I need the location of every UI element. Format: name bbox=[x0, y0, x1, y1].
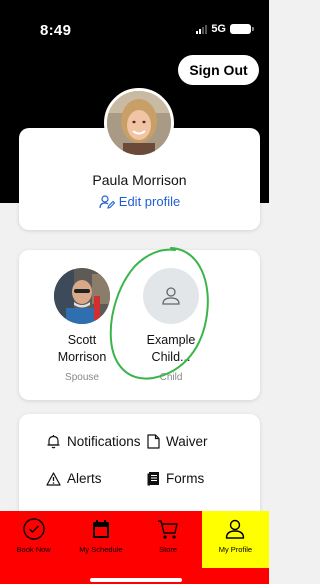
cart-icon bbox=[158, 520, 178, 539]
member-avatar bbox=[143, 268, 199, 324]
status-time: 8:49 bbox=[40, 22, 72, 39]
member-role: Child bbox=[159, 372, 183, 383]
battery-icon bbox=[230, 24, 254, 34]
edit-user-icon bbox=[99, 194, 115, 209]
alerts-menu-item[interactable]: Alerts bbox=[46, 471, 102, 486]
profile-name: Paula Morrison bbox=[92, 172, 187, 188]
home-indicator[interactable] bbox=[90, 578, 182, 582]
nav-book-now[interactable]: Book Now bbox=[0, 511, 67, 568]
sign-out-button[interactable]: Sign Out bbox=[178, 55, 259, 85]
edit-profile-label: Edit profile bbox=[118, 194, 181, 209]
forms-menu-item[interactable]: Forms bbox=[147, 471, 204, 486]
network-label: 5G bbox=[211, 23, 226, 35]
signal-icon bbox=[196, 24, 208, 34]
profile-avatar[interactable] bbox=[104, 88, 174, 158]
person-icon bbox=[226, 519, 245, 539]
warning-icon bbox=[46, 471, 61, 486]
edit-profile-link[interactable]: Edit profile bbox=[19, 194, 260, 209]
status-bar: 8:49 5G bbox=[0, 0, 269, 44]
member-role: Spouse bbox=[65, 372, 99, 383]
member-name: Scott Morrison bbox=[57, 333, 107, 364]
family-member-child[interactable]: Example Child... Child bbox=[131, 268, 211, 383]
status-indicators: 5G bbox=[196, 23, 254, 35]
waiver-menu-item[interactable]: Waiver bbox=[147, 434, 208, 449]
nav-my-profile[interactable]: My Profile bbox=[201, 511, 269, 568]
profile-photo bbox=[107, 91, 171, 155]
calendar-icon bbox=[92, 520, 109, 538]
document-icon bbox=[147, 434, 160, 449]
family-member-spouse[interactable]: Scott Morrison Spouse bbox=[42, 268, 122, 383]
bell-icon bbox=[47, 435, 60, 449]
notifications-menu-item[interactable]: Notifications bbox=[46, 434, 141, 449]
forms-icon bbox=[147, 472, 159, 486]
member-photo bbox=[54, 268, 110, 324]
member-avatar bbox=[54, 268, 110, 324]
nav-store[interactable]: Store bbox=[135, 511, 202, 568]
menu-card bbox=[19, 414, 260, 524]
bottom-nav: Book Now My Schedule Store My Profile bbox=[0, 511, 269, 568]
member-name: Example Child... bbox=[146, 333, 196, 364]
person-icon bbox=[162, 287, 180, 305]
nav-my-schedule[interactable]: My Schedule bbox=[67, 511, 134, 568]
check-circle-icon bbox=[22, 518, 45, 540]
